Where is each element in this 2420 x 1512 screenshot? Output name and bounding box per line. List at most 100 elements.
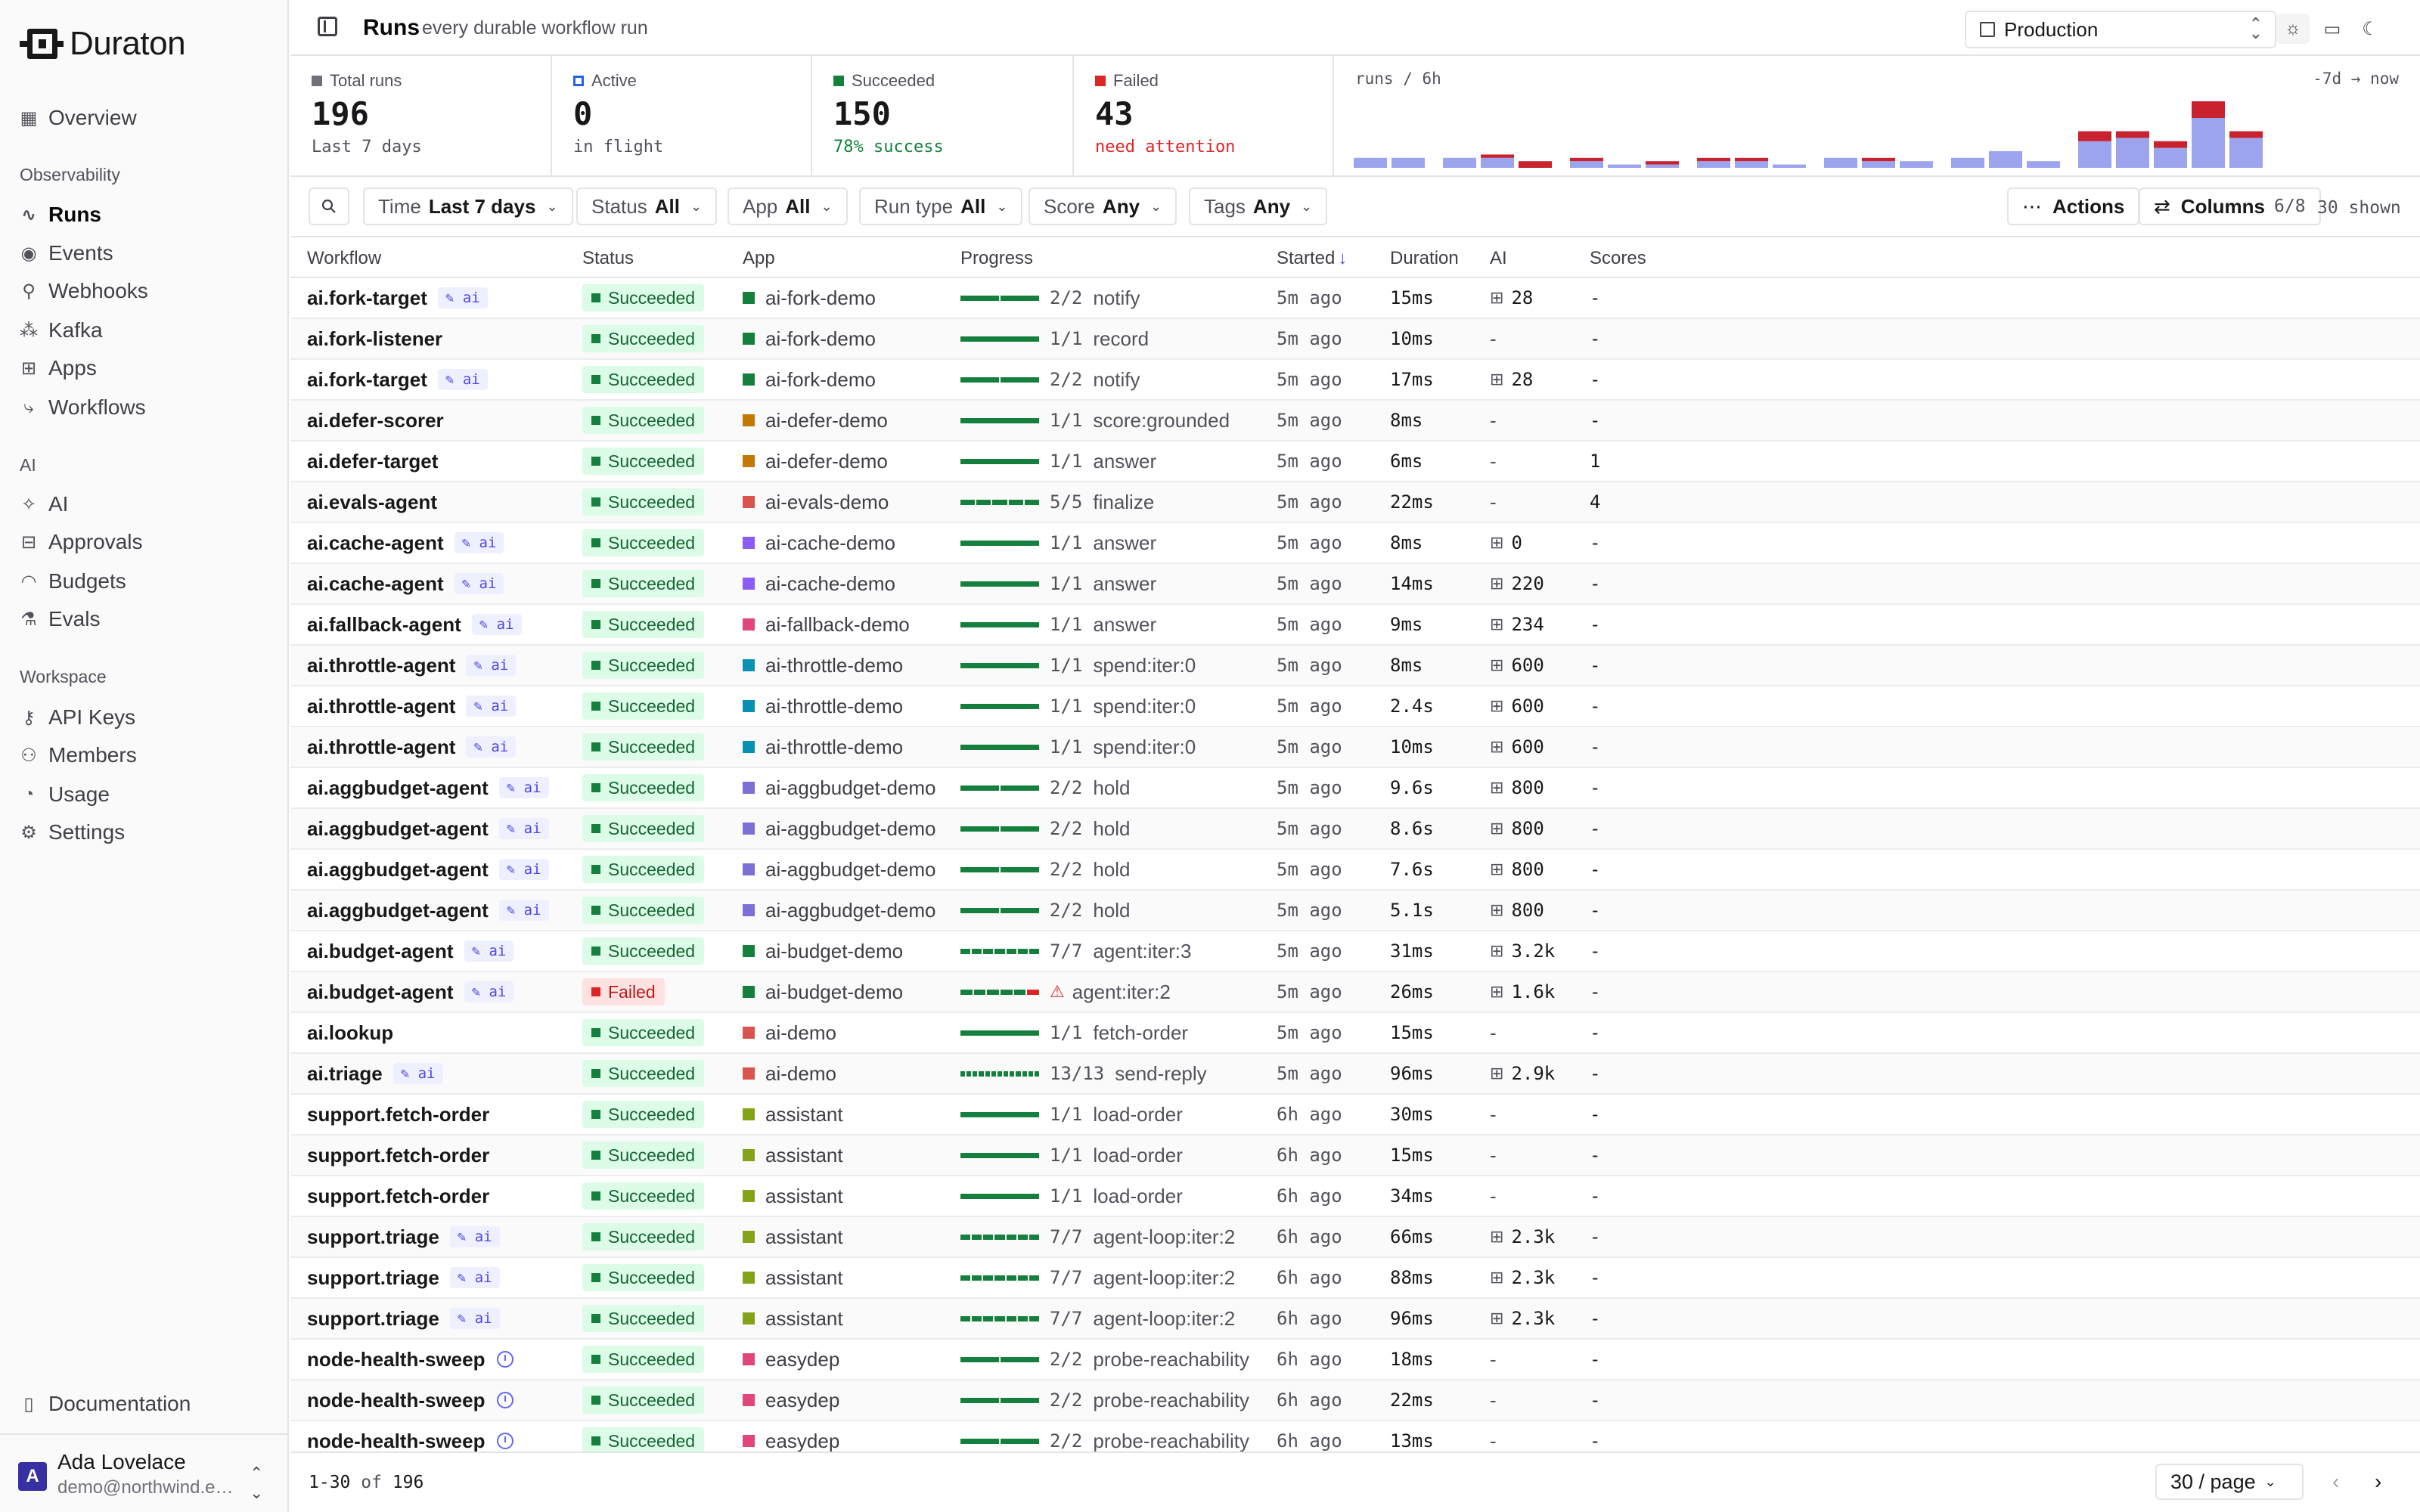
cell-workflow[interactable]: ai.evals-agent xyxy=(307,482,437,522)
filter-time[interactable]: Time Last 7 days ⌄ xyxy=(363,187,573,225)
column-header-started[interactable]: Started ↓ xyxy=(1277,248,1347,269)
per-page-select[interactable]: 30 / page ⌄ xyxy=(2155,1464,2304,1500)
theme-light-button[interactable]: ☼ xyxy=(2276,14,2310,44)
next-page-button[interactable]: › xyxy=(2375,1470,2381,1494)
sidebar-item-workflows[interactable]: ⤷ Workflows xyxy=(18,390,145,425)
filter-app[interactable]: App All ⌄ xyxy=(728,187,848,225)
sidebar-item-members[interactable]: ⚇ Members xyxy=(18,738,136,773)
column-header-scores[interactable]: Scores xyxy=(1590,248,1646,269)
cell-workflow[interactable]: ai.throttle-agent ✎ ai xyxy=(307,646,517,685)
table-row[interactable]: ai.triage ✎ ai Succeeded ai-demo 13/13 sen… xyxy=(290,1054,2420,1095)
filter-status[interactable]: Status All ⌄ xyxy=(576,187,718,225)
table-row[interactable]: ai.defer-scorer Succeeded ai-defer-demo … xyxy=(290,401,2420,442)
sidebar-item-evals[interactable]: ⚗ Evals xyxy=(18,602,100,637)
cell-workflow[interactable]: ai.budget-agent ✎ ai xyxy=(307,972,514,1012)
cell-workflow[interactable]: ai.aggbudget-agent ✎ ai xyxy=(307,891,549,930)
cell-workflow[interactable]: ai.fork-target ✎ ai xyxy=(307,360,488,399)
cell-workflow[interactable]: ai.triage ✎ ai xyxy=(307,1054,443,1093)
table-row[interactable]: ai.defer-target Succeeded ai-defer-demo … xyxy=(290,442,2420,482)
user-menu[interactable]: A Ada Lovelace demo@northwind.ex... ⌃ ⌄ xyxy=(0,1433,287,1512)
cell-workflow[interactable]: ai.lookup xyxy=(307,1013,393,1052)
column-header-duration[interactable]: Duration xyxy=(1390,248,1459,269)
columns-button[interactable]: ⇄ Columns 6/8 xyxy=(2139,187,2321,225)
table-row[interactable]: ai.evals-agent Succeeded ai-evals-demo 5… xyxy=(290,482,2420,523)
cell-workflow[interactable]: ai.cache-agent ✎ ai xyxy=(307,564,504,603)
environment-select[interactable]: Production ⌃ ⌄ xyxy=(1965,11,2276,48)
cell-workflow[interactable]: support.triage ✎ ai xyxy=(307,1217,500,1256)
status-label: Succeeded xyxy=(608,655,696,675)
table-row[interactable]: ai.budget-agent ✎ ai Failed ai-budget-dem… xyxy=(290,972,2420,1013)
column-header-progress[interactable]: Progress xyxy=(960,248,1033,269)
table-row[interactable]: node-health-sweep Succeeded easydep 2/2 p… xyxy=(290,1340,2420,1380)
sidebar-item-documentation[interactable]: ▯ Documentation xyxy=(18,1387,191,1421)
sidebar-item-ai[interactable]: ✧ AI xyxy=(18,487,69,522)
cell-workflow[interactable]: support.triage ✎ ai xyxy=(307,1299,500,1338)
table-row[interactable]: support.triage ✎ ai Succeeded assistant 7… xyxy=(290,1258,2420,1299)
sidebar-item-approvals[interactable]: ⊟ Approvals xyxy=(18,525,143,559)
cell-workflow[interactable]: ai.fork-listener xyxy=(307,319,442,358)
table-row[interactable]: node-health-sweep Succeeded easydep 2/2 p… xyxy=(290,1380,2420,1421)
cell-workflow[interactable]: ai.budget-agent ✎ ai xyxy=(307,931,514,971)
table-row[interactable]: support.triage ✎ ai Succeeded assistant 7… xyxy=(290,1299,2420,1340)
sidebar-item-runs[interactable]: ∿ Runs xyxy=(18,197,101,232)
cell-workflow[interactable]: ai.defer-target xyxy=(307,442,438,481)
table-row[interactable]: ai.aggbudget-agent ✎ ai Succeeded ai-aggb… xyxy=(290,850,2420,891)
sidebar-item-api-keys[interactable]: ⚷ API Keys xyxy=(18,700,135,735)
table-row[interactable]: ai.fork-listener Succeeded ai-fork-demo … xyxy=(290,319,2420,360)
table-row[interactable]: ai.fork-target ✎ ai Succeeded ai-fork-dem… xyxy=(290,278,2420,319)
table-row[interactable]: ai.throttle-agent ✎ ai Succeeded ai-throt… xyxy=(290,727,2420,768)
sidebar-item-kafka[interactable]: ⁂ Kafka xyxy=(18,313,103,348)
table-row[interactable]: ai.cache-agent ✎ ai Succeeded ai-cache-de… xyxy=(290,564,2420,605)
table-row[interactable]: ai.aggbudget-agent ✎ ai Succeeded ai-aggb… xyxy=(290,768,2420,809)
prev-page-button[interactable]: ‹ xyxy=(2332,1470,2339,1494)
column-header-app[interactable]: App xyxy=(743,248,775,269)
table-row[interactable]: support.fetch-order Succeeded assistant … xyxy=(290,1136,2420,1176)
cell-workflow[interactable]: node-health-sweep xyxy=(307,1340,514,1379)
sidebar-item-webhooks[interactable]: ⚲ Webhooks xyxy=(18,274,148,308)
cell-workflow[interactable]: support.fetch-order xyxy=(307,1176,489,1216)
brand-logo[interactable]: Duraton xyxy=(20,23,186,65)
table-row[interactable]: ai.aggbudget-agent ✎ ai Succeeded ai-aggb… xyxy=(290,809,2420,850)
table-row[interactable]: ai.lookup Succeeded ai-demo 1/1 fetch-ord… xyxy=(290,1013,2420,1054)
table-row[interactable]: ai.fallback-agent ✎ ai Succeeded ai-fallb… xyxy=(290,605,2420,646)
table-row[interactable]: ai.aggbudget-agent ✎ ai Succeeded ai-aggb… xyxy=(290,891,2420,931)
table-row[interactable]: support.fetch-order Succeeded assistant … xyxy=(290,1095,2420,1136)
cell-workflow[interactable]: ai.fork-target ✎ ai xyxy=(307,278,488,318)
sidebar-item-events[interactable]: ◉ Events xyxy=(18,236,113,271)
cell-workflow[interactable]: ai.aggbudget-agent ✎ ai xyxy=(307,809,549,848)
column-header-status[interactable]: Status xyxy=(582,248,634,269)
table-row[interactable]: ai.throttle-agent ✎ ai Succeeded ai-throt… xyxy=(290,686,2420,727)
theme-dark-button[interactable]: ☾ xyxy=(2353,14,2387,44)
table-row[interactable]: ai.cache-agent ✎ ai Succeeded ai-cache-de… xyxy=(290,523,2420,564)
column-header-ai[interactable]: AI xyxy=(1490,248,1507,269)
cell-workflow[interactable]: support.fetch-order xyxy=(307,1136,489,1175)
sidebar-toggle-icon[interactable] xyxy=(318,17,337,36)
sidebar-item-usage[interactable]: ◔ Usage xyxy=(18,777,110,812)
table-row[interactable]: ai.throttle-agent ✎ ai Succeeded ai-throt… xyxy=(290,646,2420,686)
table-row[interactable]: ai.budget-agent ✎ ai Succeeded ai-budget-… xyxy=(290,931,2420,972)
filter-score[interactable]: Score Any ⌄ xyxy=(1028,187,1177,225)
sidebar-item-overview[interactable]: ▦ Overview xyxy=(18,101,137,135)
cell-workflow[interactable]: support.fetch-order xyxy=(307,1095,489,1134)
cell-workflow[interactable]: ai.aggbudget-agent ✎ ai xyxy=(307,850,549,889)
cell-workflow[interactable]: support.triage ✎ ai xyxy=(307,1258,500,1297)
sidebar-item-apps[interactable]: ⊞ Apps xyxy=(18,351,97,386)
table-row[interactable]: support.fetch-order Succeeded assistant … xyxy=(290,1176,2420,1217)
cell-workflow[interactable]: node-health-sweep xyxy=(307,1380,514,1420)
cell-workflow[interactable]: ai.defer-scorer xyxy=(307,401,444,440)
cell-workflow[interactable]: ai.throttle-agent ✎ ai xyxy=(307,686,517,726)
cell-workflow[interactable]: ai.cache-agent ✎ ai xyxy=(307,523,504,562)
table-row[interactable]: ai.fork-target ✎ ai Succeeded ai-fork-dem… xyxy=(290,360,2420,401)
sidebar-item-budgets[interactable]: ◠ Budgets xyxy=(18,564,126,599)
theme-system-button[interactable]: ▭ xyxy=(2316,14,2349,44)
table-row[interactable]: support.triage ✎ ai Succeeded assistant 7… xyxy=(290,1217,2420,1258)
column-header-workflow[interactable]: Workflow xyxy=(307,248,381,269)
actions-button[interactable]: ⋯ Actions xyxy=(2007,187,2140,225)
search-button[interactable] xyxy=(309,187,349,225)
sidebar-item-settings[interactable]: ⚙ Settings xyxy=(18,815,125,850)
cell-workflow[interactable]: ai.throttle-agent ✎ ai xyxy=(307,727,517,767)
filter-tags[interactable]: Tags Any ⌄ xyxy=(1189,187,1328,225)
cell-workflow[interactable]: ai.aggbudget-agent ✎ ai xyxy=(307,768,549,807)
filter-run-type[interactable]: Run type All ⌄ xyxy=(859,187,1023,225)
cell-workflow[interactable]: ai.fallback-agent ✎ ai xyxy=(307,605,522,644)
